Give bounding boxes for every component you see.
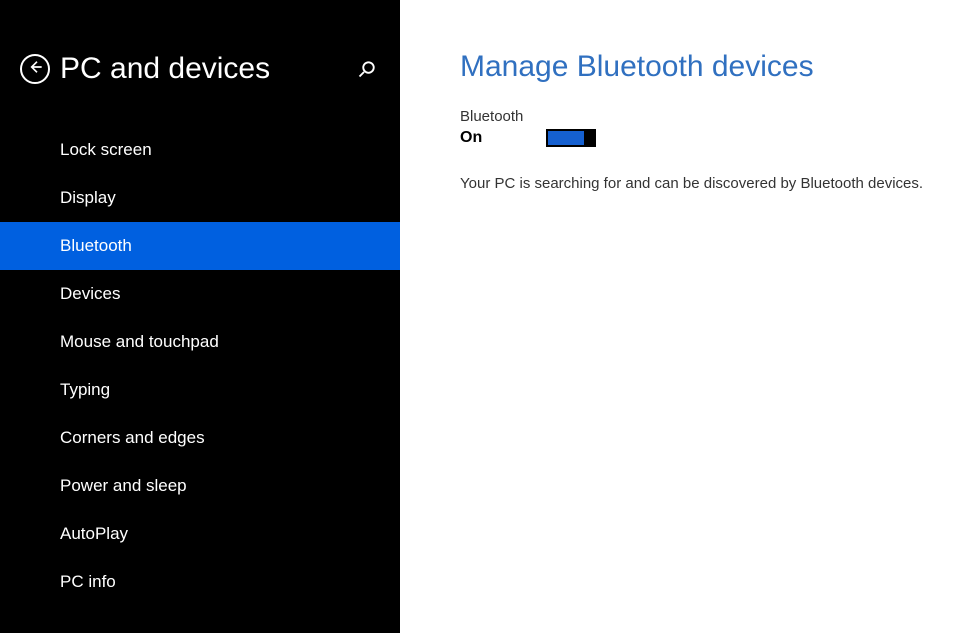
sidebar-item-autoplay[interactable]: AutoPlay [0,510,400,558]
sidebar-title: PC and devices [60,52,270,86]
sidebar-item-label: Devices [60,284,120,303]
sidebar-item-display[interactable]: Display [0,174,400,222]
search-icon [358,65,376,82]
sidebar-item-bluetooth[interactable]: Bluetooth [0,222,400,270]
back-arrow-icon [27,59,43,80]
sidebar-item-devices[interactable]: Devices [0,270,400,318]
sidebar-item-typing[interactable]: Typing [0,366,400,414]
sidebar-item-power-sleep[interactable]: Power and sleep [0,462,400,510]
bluetooth-status-text: Your PC is searching for and can be disc… [460,175,970,192]
bluetooth-setting-label: Bluetooth [460,108,970,125]
bluetooth-toggle[interactable] [546,129,596,147]
sidebar-header: PC and devices [0,0,400,116]
bluetooth-toggle-status: On [460,129,546,147]
page-title: Manage Bluetooth devices [460,50,970,84]
sidebar-item-label: Lock screen [60,140,152,159]
sidebar-item-label: AutoPlay [60,524,128,543]
toggle-handle [584,129,596,147]
app-root: PC and devices Lock screen Display Bluet… [0,0,970,633]
sidebar: PC and devices Lock screen Display Bluet… [0,0,400,633]
back-button[interactable] [20,54,50,84]
sidebar-item-label: PC info [60,572,116,591]
sidebar-item-label: Mouse and touchpad [60,332,219,351]
sidebar-item-corners-edges[interactable]: Corners and edges [0,414,400,462]
main-content: Manage Bluetooth devices Bluetooth On Yo… [400,0,970,633]
sidebar-item-label: Bluetooth [60,236,132,255]
sidebar-item-pc-info[interactable]: PC info [0,558,400,606]
sidebar-item-mouse-touchpad[interactable]: Mouse and touchpad [0,318,400,366]
sidebar-item-lock-screen[interactable]: Lock screen [0,126,400,174]
nav-list: Lock screen Display Bluetooth Devices Mo… [0,126,400,606]
bluetooth-toggle-row: On [460,129,970,147]
search-button[interactable] [358,60,376,83]
sidebar-item-label: Display [60,188,116,207]
sidebar-item-label: Typing [60,380,110,399]
sidebar-item-label: Power and sleep [60,476,187,495]
sidebar-item-label: Corners and edges [60,428,205,447]
